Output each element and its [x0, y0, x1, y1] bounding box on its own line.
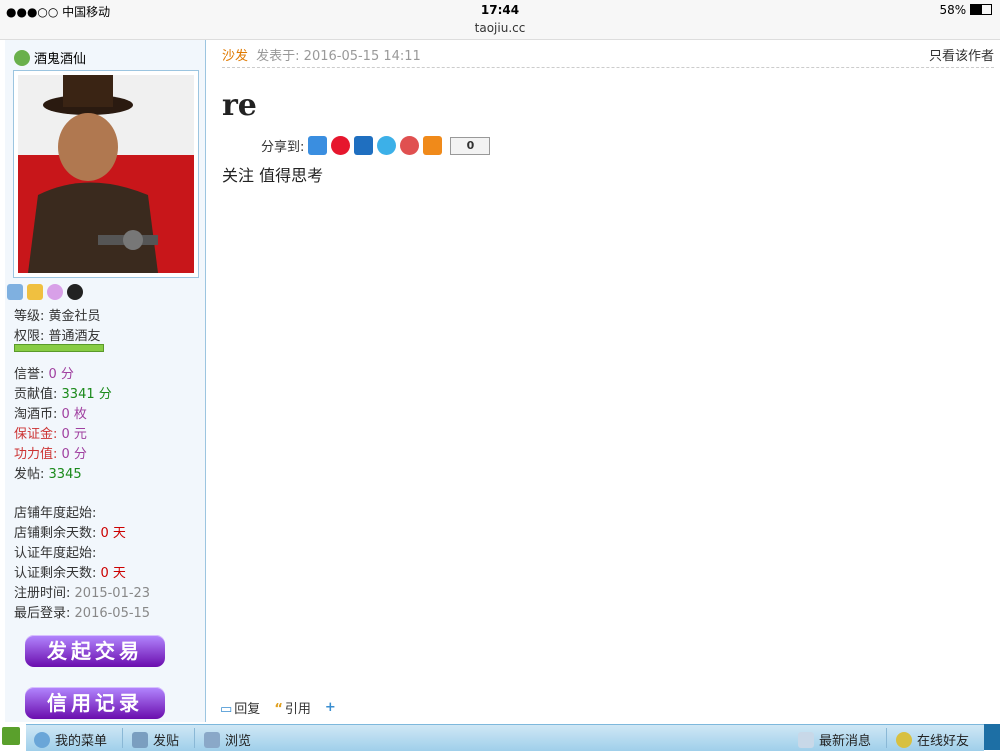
- baozheng-row: 保证金: 0 元: [14, 427, 87, 442]
- avatar-image: [18, 75, 194, 273]
- battery-icon: [970, 4, 992, 15]
- quote-icon: “: [274, 702, 283, 717]
- bottom-toolbar: 我的菜单 发贴 浏览 最新消息 在线好友: [26, 724, 984, 751]
- last-login-row: 最后登录: 2016-05-15: [14, 606, 151, 621]
- separator: [122, 728, 123, 748]
- qzone-share-icon[interactable]: [308, 136, 328, 155]
- status-bar: ●●●○○ 中国移动 17:44 58%: [0, 0, 1000, 20]
- address-bar[interactable]: taojiu.cc: [0, 20, 1000, 40]
- my-menu-button[interactable]: 我的菜单: [34, 730, 107, 749]
- more-share-icon[interactable]: [423, 136, 443, 155]
- share-count: 0: [450, 136, 491, 155]
- only-author-link[interactable]: 只看该作者: [929, 45, 994, 64]
- cert-start-row: 认证年度起始:: [14, 546, 97, 561]
- floor-label: 沙发: [222, 49, 249, 64]
- post-timestamp: 发表于: 2016-05-15 14:11: [256, 49, 421, 64]
- menu-icon: [34, 731, 50, 748]
- level-progress-bar: [14, 344, 104, 352]
- taojiu-row: 淘酒币: 0 枚: [14, 407, 87, 422]
- reply-icon: ▭: [220, 702, 233, 717]
- add-friend-icon[interactable]: [47, 284, 63, 300]
- separator: [886, 728, 887, 748]
- mail-icon: [798, 731, 814, 748]
- post-meta: 沙发 发表于: 2016-05-15 14:11: [222, 45, 421, 64]
- edit-icon: [132, 731, 148, 748]
- battery-level: 58%: [940, 3, 992, 17]
- permission-row: 权限: 普通酒友: [14, 329, 101, 344]
- post-actions: ▭ 回复 “引用 +: [220, 698, 338, 717]
- book-icon: [204, 731, 220, 748]
- shop-days-row: 店铺剩余天数: 0 天: [14, 526, 126, 541]
- reply-button[interactable]: ▭ 回复: [220, 698, 260, 717]
- download-icon[interactable]: [2, 727, 20, 745]
- latest-news-button[interactable]: 最新消息: [798, 730, 871, 749]
- credit-record-button[interactable]: 信用记录: [25, 687, 165, 719]
- level-row: 等级: 黄金社员: [14, 309, 101, 324]
- browse-button[interactable]: 浏览: [204, 730, 251, 749]
- start-trade-button[interactable]: 发起交易: [25, 635, 165, 667]
- contact-icons: [7, 284, 83, 300]
- qq-icon[interactable]: [67, 284, 83, 300]
- clock: 17:44: [480, 3, 520, 17]
- username[interactable]: 酒鬼酒仙: [14, 48, 86, 67]
- user-icon: [14, 50, 30, 66]
- plus-icon: +: [324, 700, 336, 715]
- register-date-row: 注册时间: 2015-01-23: [14, 586, 151, 601]
- weibo-share-icon[interactable]: [331, 136, 351, 155]
- post-content-area: 沙发 发表于: 2016-05-15 14:11 只看该作者 re 分享到: 0…: [206, 40, 1000, 722]
- quote-button[interactable]: “引用: [274, 698, 311, 717]
- gongxian-row: 贡献值: 3341 分: [14, 387, 112, 402]
- post-title: re: [222, 88, 257, 123]
- xinyu-row: 信誉: 0 分: [14, 367, 74, 382]
- mail-icon[interactable]: [27, 284, 43, 300]
- user-profile-sidebar: 酒鬼酒仙 等级: 黄金社员 权限: 普通酒友 信誉: 0 分 贡献值: 3341…: [5, 40, 206, 722]
- shop-start-row: 店铺年度起始:: [14, 506, 97, 521]
- gongli-row: 功力值: 0 分: [14, 447, 87, 462]
- tencent-weibo-share-icon[interactable]: [377, 136, 397, 155]
- add-button[interactable]: +: [325, 700, 338, 715]
- fatie-row: 发帖: 3345: [14, 467, 82, 482]
- post-button[interactable]: 发贴: [132, 730, 179, 749]
- profile-card-icon[interactable]: [7, 284, 23, 300]
- friend-icon: [896, 731, 912, 748]
- post-body: 关注 值得思考: [222, 166, 324, 185]
- online-friends-button[interactable]: 在线好友: [896, 730, 969, 749]
- share-label: 分享到:: [261, 140, 305, 155]
- toolbar-corner: [984, 724, 1000, 750]
- kaixin-share-icon[interactable]: [400, 136, 420, 155]
- renren-share-icon[interactable]: [354, 136, 374, 155]
- share-bar: 分享到: 0: [261, 136, 491, 155]
- divider: [222, 67, 994, 68]
- avatar[interactable]: [13, 70, 199, 278]
- cert-days-row: 认证剩余天数: 0 天: [14, 566, 126, 581]
- separator: [194, 728, 195, 748]
